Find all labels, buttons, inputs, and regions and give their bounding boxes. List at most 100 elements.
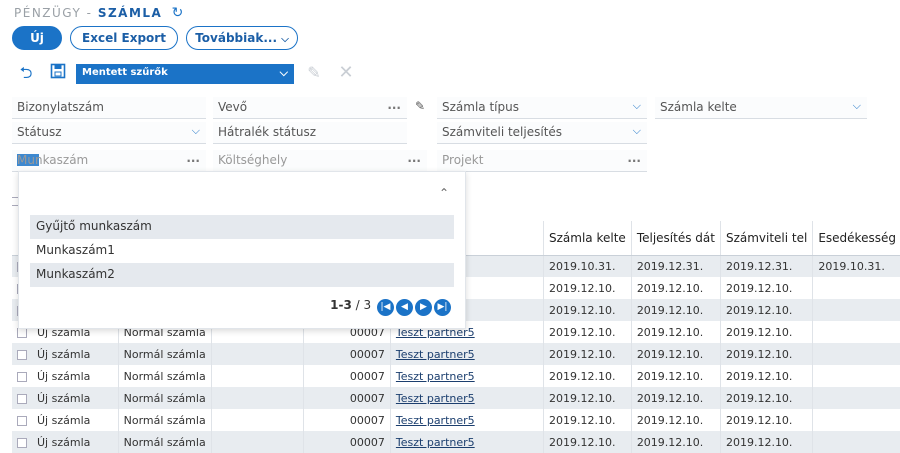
cell-blank — [211, 365, 304, 387]
table-row[interactable]: Új számla Normál számla 00007 Teszt partner… — [12, 409, 900, 431]
cell-checkbox[interactable] — [12, 409, 32, 431]
cell-due — [812, 277, 900, 299]
pencil-icon[interactable]: ✎ — [304, 63, 324, 83]
close-icon[interactable]: ✕ — [336, 63, 356, 83]
cell-due — [812, 431, 900, 453]
cell-kind: Normál számla — [118, 431, 212, 453]
row-checkbox[interactable] — [17, 349, 27, 360]
table-row[interactable]: Új számla Normál számla 00007 Teszt partner… — [12, 431, 900, 453]
cell-perf: 2019.12.10. — [631, 365, 721, 387]
cell-type: Új számla — [32, 387, 119, 409]
cell-date: 2019.12.10. — [543, 343, 632, 365]
excel-export-button[interactable]: Excel Export — [70, 26, 178, 50]
row-checkbox[interactable] — [17, 371, 27, 382]
new-button[interactable]: Új — [12, 26, 62, 50]
chevron-down-icon: ⌵ — [279, 66, 288, 79]
cost-center-field[interactable]: Költséghely... — [213, 150, 427, 172]
row-checkbox[interactable] — [17, 415, 27, 426]
breadcrumb-parent: PÉNZÜGY - — [14, 6, 93, 20]
col-due-date[interactable]: Esedékesség — [812, 221, 900, 256]
saved-filters-label: Mentett szűrők — [82, 67, 168, 78]
cell-partner[interactable]: Teszt partner5 — [390, 409, 545, 431]
cell-due — [812, 343, 900, 365]
cell-acc: 2019.12.10. — [720, 409, 814, 431]
cell-partner[interactable]: Teszt partner5 — [390, 431, 545, 453]
next-page-icon[interactable]: ▶ — [415, 299, 432, 316]
cell-acc: 2019.12.10. — [720, 277, 814, 299]
overdue-status-field[interactable]: Hátralék státusz — [213, 122, 407, 144]
cell-due: 2019.10.31. — [812, 255, 900, 277]
cell-due — [812, 409, 900, 431]
cell-blank — [211, 343, 304, 365]
cell-partner[interactable]: Teszt partner5 — [390, 365, 545, 387]
cell-checkbox[interactable] — [12, 343, 32, 365]
cell-perf: 2019.12.10. — [631, 387, 721, 409]
chevron-up-icon[interactable]: ⌃ — [439, 186, 449, 200]
save-icon[interactable] — [48, 63, 68, 83]
page-title: SZÁMLA — [97, 6, 163, 20]
cell-due — [812, 321, 900, 343]
dropdown-option[interactable]: Gyűjtő munkaszám — [30, 215, 454, 239]
refresh-icon[interactable]: ↻ — [172, 5, 185, 21]
breadcrumb: PÉNZÜGY - SZÁMLA ↻ — [14, 5, 185, 21]
cell-type: Új számla — [32, 343, 119, 365]
cell-date: 2019.10.31. — [543, 255, 632, 277]
cell-perf: 2019.12.10. — [631, 343, 721, 365]
cell-perf: 2019.12.10. — [631, 299, 721, 321]
edit-icon[interactable]: ✎ — [415, 99, 425, 113]
cell-acc: 2019.12.10. — [720, 343, 814, 365]
more-dots-icon[interactable]: ... — [387, 98, 401, 112]
buyer-field[interactable]: Vevő... ✎ — [213, 97, 425, 119]
cell-checkbox[interactable] — [12, 431, 32, 453]
cell-type: Új számla — [32, 365, 119, 387]
cell-due — [812, 387, 900, 409]
cell-perf: 2019.12.31. — [631, 255, 721, 277]
status-select[interactable]: Státusz ⌵ — [12, 122, 206, 144]
more-button[interactable]: Továbbiak... ⌵ — [186, 26, 298, 50]
prev-page-icon[interactable]: ◀ — [396, 299, 413, 316]
cell-acc: 2019.12.10. — [720, 321, 814, 343]
col-invoice-date[interactable]: Számla kelte — [543, 221, 632, 256]
row-checkbox[interactable] — [17, 393, 27, 404]
cell-checkbox[interactable] — [12, 387, 32, 409]
row-checkbox[interactable] — [17, 437, 27, 448]
cell-perf: 2019.12.10. — [631, 431, 721, 453]
dropdown-option[interactable]: Munkaszám1 — [30, 239, 454, 263]
doc-number-field[interactable]: Bizonylatszám — [12, 97, 206, 119]
table-row[interactable]: Új számla Normál számla 00007 Teszt partner… — [12, 387, 900, 409]
cell-acc: 2019.12.10. — [720, 299, 814, 321]
cell-num: 00007 — [303, 409, 391, 431]
cell-perf: 2019.12.10. — [631, 277, 721, 299]
cell-date: 2019.12.10. — [543, 299, 632, 321]
cell-due — [812, 365, 900, 387]
dropdown-option[interactable]: Munkaszám2 — [30, 263, 454, 287]
last-page-icon[interactable]: ▶| — [434, 299, 451, 316]
cell-num: 00007 — [303, 365, 391, 387]
col-accounting-date[interactable]: Számviteli tel — [720, 221, 814, 256]
cell-date: 2019.12.10. — [543, 321, 632, 343]
cell-checkbox[interactable] — [12, 365, 32, 387]
cell-date: 2019.12.10. — [543, 387, 632, 409]
first-page-icon[interactable]: |◀ — [377, 299, 394, 316]
table-row[interactable]: Új számla Normál számla 00007 Teszt partner… — [12, 365, 900, 387]
row-checkbox[interactable] — [17, 327, 27, 338]
work-number-dropdown: ⌃ Gyűjtő munkaszám Munkaszám1 Munkaszám2… — [18, 171, 466, 329]
more-dots-icon[interactable]: ... — [627, 151, 641, 165]
project-field[interactable]: Projekt... — [437, 150, 647, 172]
col-performance-date[interactable]: Teljesítés dát — [631, 221, 721, 256]
cell-partner[interactable]: Teszt partner5 — [390, 343, 545, 365]
cell-partner[interactable]: Teszt partner5 — [390, 387, 545, 409]
more-dots-icon[interactable]: ... — [186, 151, 200, 165]
table-row[interactable]: Új számla Normál számla 00007 Teszt partner… — [12, 343, 900, 365]
cell-acc: 2019.12.31. — [720, 255, 814, 277]
more-button-label: Továbbiak... — [195, 31, 278, 45]
cell-due — [812, 299, 900, 321]
saved-filters-select[interactable]: Mentett szűrők ⌵ — [76, 64, 294, 84]
invoice-type-select[interactable]: Számla típus ⌵ — [437, 97, 647, 119]
accounting-fulfillment-select[interactable]: Számviteli teljesítés ⌵ — [437, 122, 647, 144]
undo-icon[interactable]: ⮌ — [16, 63, 36, 83]
more-dots-icon[interactable]: ... — [407, 151, 421, 165]
invoice-date-select[interactable]: Számla kelte ⌵ — [655, 97, 867, 119]
work-number-field[interactable]: Munkaszám... — [12, 150, 206, 172]
cell-num: 00007 — [303, 431, 391, 453]
